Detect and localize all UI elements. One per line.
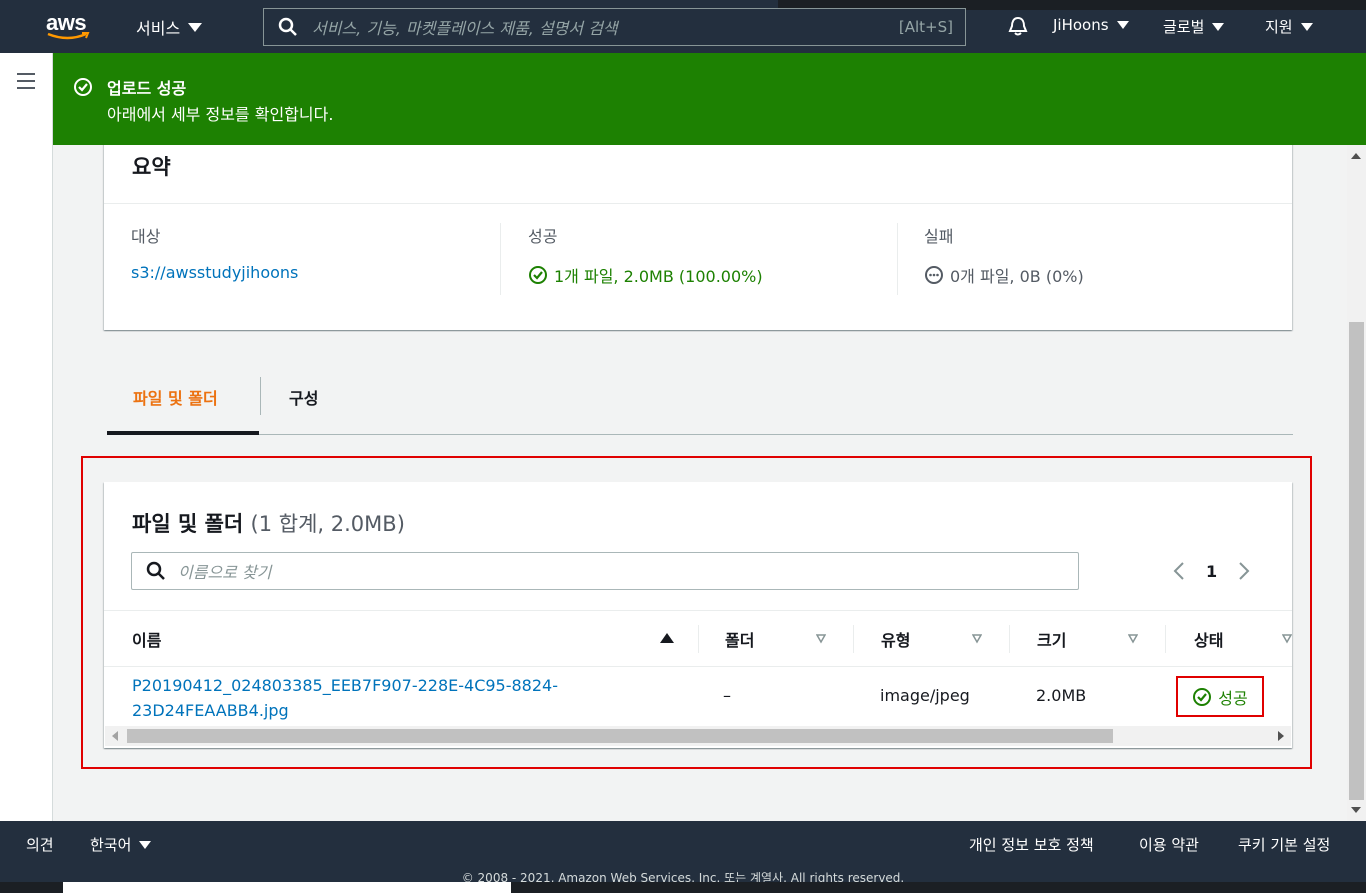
terms-link[interactable]: 이용 약관 [1139, 834, 1199, 855]
column-divider [1165, 625, 1166, 653]
sort-icon[interactable] [972, 634, 982, 644]
status-cell: 성공 [1176, 676, 1264, 717]
summary-failed: 실패 0개 파일, 0B (0%) [924, 223, 1284, 295]
caret-down-icon [139, 840, 152, 849]
caret-down-icon [1116, 21, 1129, 29]
column-header-type[interactable]: 유형 [881, 611, 910, 667]
global-search-input[interactable]: 서비스, 기능, 마켓플레이스 제품, 설명서 검색 [Alt+S] [263, 8, 966, 46]
scrollbar-thumb[interactable] [1349, 322, 1364, 800]
account-name: JiHoons [1053, 16, 1109, 34]
column-divider [1009, 625, 1010, 653]
summary-target: 대상 s3://awsstudyjihoons [131, 223, 491, 295]
scroll-up-icon[interactable] [1351, 153, 1361, 159]
column-divider [853, 625, 854, 653]
support-menu-button[interactable]: 지원 [1265, 16, 1313, 37]
check-circle-icon [1193, 687, 1212, 706]
size-cell: 2.0MB [1036, 686, 1087, 705]
summary-panel: 요약 대상 s3://awsstudyjihoons 성공 1개 파일, 2.0… [104, 145, 1292, 330]
column-divider [500, 223, 501, 295]
search-icon [278, 17, 297, 36]
footer: 의견 한국어 개인 정보 보호 정책 이용 약관 쿠키 기본 설정 © 2008… [0, 821, 1366, 893]
column-divider [897, 223, 898, 295]
page-number[interactable]: 1 [1206, 562, 1217, 581]
scroll-right-icon[interactable] [1278, 731, 1284, 741]
horizontal-scrollbar[interactable] [105, 726, 1291, 746]
privacy-link[interactable]: 개인 정보 보호 정책 [969, 834, 1094, 855]
bottom-white-strip [63, 882, 511, 893]
left-sidebar [0, 53, 53, 821]
files-heading: 파일 및 폴더 (1 합계, 2.0MB) [132, 508, 405, 538]
success-value: 1개 파일, 2.0MB (100.00%) [554, 267, 763, 286]
sort-icon[interactable] [816, 634, 826, 644]
failed-label: 실패 [924, 227, 954, 246]
chevron-left-icon[interactable] [1172, 560, 1186, 582]
target-label: 대상 [131, 227, 161, 246]
failed-value: 0개 파일, 0B (0%) [950, 267, 1084, 286]
filter-placeholder: 이름으로 찾기 [178, 563, 272, 582]
status-text: 성공 [1218, 688, 1248, 708]
file-name-line2: 23D24FEAABB4.jpg [132, 701, 289, 720]
sort-ascending-icon[interactable] [660, 633, 674, 643]
cookie-preferences-link[interactable]: 쿠키 기본 설정 [1238, 834, 1330, 855]
success-label: 성공 [528, 227, 558, 246]
check-circle-icon [529, 266, 547, 284]
files-count: (1 합계, 2.0MB) [250, 512, 405, 536]
region-label: 글로벌 [1163, 18, 1205, 36]
aws-smile-icon [47, 32, 90, 40]
table-row: P20190412_024803385_EEB7F907-228E-4C95-8… [104, 667, 1292, 725]
main-content: 요약 대상 s3://awsstudyjihoons 성공 1개 파일, 2.0… [53, 145, 1347, 821]
find-by-name-input[interactable]: 이름으로 찾기 [131, 552, 1079, 590]
file-name-link[interactable]: P20190412_024803385_EEB7F907-228E-4C95-8… [132, 673, 558, 723]
summary-divider [104, 203, 1292, 204]
sort-icon[interactable] [1282, 634, 1292, 644]
search-placeholder: 서비스, 기능, 마켓플레이스 제품, 설명서 검색 [312, 19, 618, 38]
chevron-right-icon[interactable] [1237, 560, 1251, 582]
sort-icon[interactable] [1128, 634, 1138, 644]
menu-icon[interactable] [17, 73, 37, 89]
summary-heading: 요약 [132, 155, 171, 179]
column-header-status[interactable]: 상태 [1194, 611, 1223, 667]
search-shortcut-hint: [Alt+S] [898, 18, 953, 36]
caret-down-icon [188, 22, 203, 32]
type-cell: image/jpeg [880, 686, 970, 705]
scroll-down-icon[interactable] [1351, 807, 1361, 813]
column-header-size[interactable]: 크기 [1037, 611, 1066, 667]
language-label: 한국어 [90, 836, 132, 854]
vertical-scrollbar[interactable] [1347, 145, 1366, 821]
services-menu-button[interactable]: 서비스 [136, 15, 203, 39]
services-label: 서비스 [136, 19, 181, 38]
search-icon [146, 561, 165, 580]
tab-list: 파일 및 폴더 구성 [107, 377, 1293, 435]
file-name-line1: P20190412_024803385_EEB7F907-228E-4C95-8… [132, 676, 558, 695]
check-circle-icon [74, 78, 92, 96]
summary-success: 성공 1개 파일, 2.0MB (100.00%) [528, 223, 888, 295]
column-header-folder[interactable]: 폴더 [725, 611, 754, 667]
region-menu-button[interactable]: 글로벌 [1163, 16, 1225, 37]
success-flashbar: 업로드 성공 아래에서 세부 정보를 확인합니다. [53, 53, 1366, 145]
column-divider [698, 625, 699, 653]
caret-down-icon [1212, 22, 1225, 31]
table-header: 이름 폴더 유형 크기 상태 [104, 610, 1292, 667]
scroll-left-icon[interactable] [112, 731, 118, 741]
language-selector[interactable]: 한국어 [90, 834, 152, 855]
support-label: 지원 [1265, 18, 1293, 36]
flash-title: 업로드 성공 [107, 79, 187, 98]
pending-circle-icon [925, 266, 943, 284]
files-heading-title: 파일 및 폴더 [132, 512, 244, 536]
files-panel: 파일 및 폴더 (1 합계, 2.0MB) 이름으로 찾기 1 이름 폴더 유형… [104, 482, 1292, 748]
target-link[interactable]: s3://awsstudyjihoons [131, 263, 298, 282]
bell-icon[interactable] [1007, 15, 1029, 37]
scrollbar-thumb[interactable] [127, 729, 1113, 743]
tab-files-and-folders[interactable]: 파일 및 폴더 [107, 377, 259, 435]
feedback-link[interactable]: 의견 [26, 834, 54, 855]
folder-cell: – [723, 686, 731, 705]
top-navigation: aws 서비스 서비스, 기능, 마켓플레이스 제품, 설명서 검색 [Alt+… [0, 0, 1366, 53]
flash-message: 아래에서 세부 정보를 확인합니다. [107, 105, 334, 124]
tab-configuration[interactable]: 구성 [289, 377, 318, 435]
tab-divider [260, 377, 261, 415]
account-menu-button[interactable]: JiHoons [1053, 16, 1129, 34]
caret-down-icon [1300, 22, 1313, 31]
column-header-name[interactable]: 이름 [132, 611, 161, 667]
pagination: 1 [1172, 560, 1251, 582]
